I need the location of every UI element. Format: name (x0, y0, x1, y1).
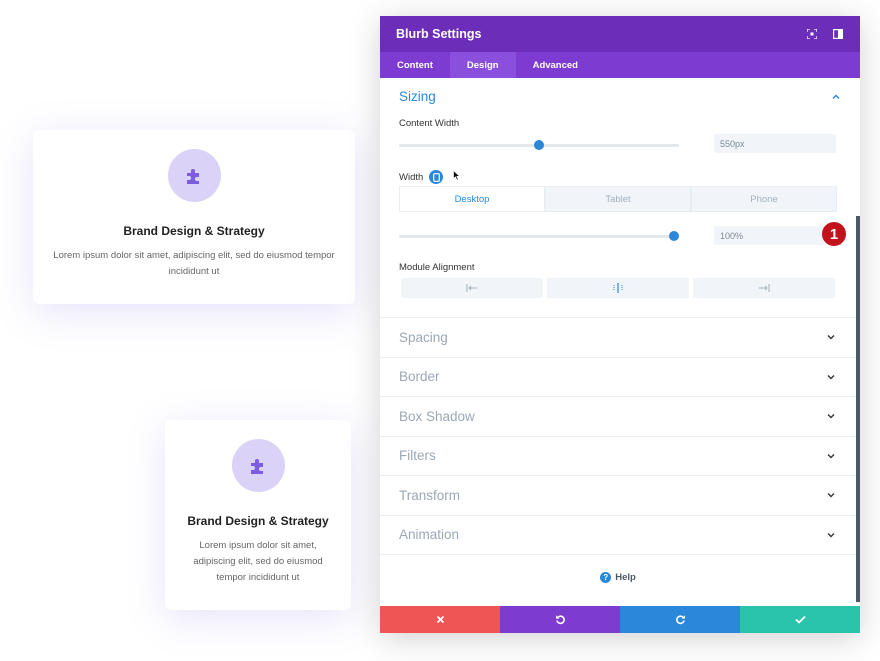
section-title: Spacing (399, 329, 448, 345)
blurb-card-2: Brand Design & Strategy Lorem ipsum dolo… (165, 420, 351, 610)
section-title: Animation (399, 527, 460, 543)
mouse-cursor-icon (453, 170, 461, 181)
align-left-icon (466, 284, 477, 292)
section-title: Filters (399, 448, 436, 464)
undo-icon (555, 615, 565, 625)
device-tab-phone[interactable]: Phone (691, 186, 837, 212)
cancel-button[interactable] (380, 606, 500, 633)
width-input[interactable]: 100% (714, 226, 826, 245)
check-icon (794, 615, 806, 624)
device-tab-desktop[interactable]: Desktop (399, 186, 545, 212)
section-border[interactable]: Border (380, 358, 860, 397)
puzzle-icon (231, 439, 285, 492)
device-tab-tablet[interactable]: Tablet (545, 186, 691, 212)
tab-advanced[interactable]: Advanced (516, 52, 595, 78)
chevron-down-icon (827, 532, 835, 538)
width-slider-track[interactable] (399, 235, 675, 238)
fullscreen-icon[interactable] (806, 28, 818, 40)
redo-icon (675, 615, 685, 625)
undo-button[interactable] (500, 606, 620, 633)
chevron-up-icon (832, 94, 840, 99)
redo-button[interactable] (620, 606, 740, 633)
width-label-row: Width (399, 170, 444, 184)
puzzle-icon (167, 149, 221, 202)
device-tabs: Desktop Tablet Phone (399, 186, 837, 212)
sizing-title: Sizing (399, 89, 436, 104)
help-icon: ? (600, 572, 612, 583)
sizing-section: Sizing Content Width 550px Width Desktop… (380, 78, 860, 318)
card-title: Brand Design & Strategy (123, 224, 265, 238)
modal-footer (380, 606, 860, 633)
modal-tabs: Content Design Advanced (380, 52, 860, 78)
module-alignment-label: Module Alignment (399, 262, 475, 273)
blurb-card-1: Brand Design & Strategy Lorem ipsum dolo… (33, 130, 355, 304)
save-button[interactable] (740, 606, 860, 633)
section-filters[interactable]: Filters (380, 437, 860, 476)
chevron-down-icon (827, 493, 835, 498)
content-width-label: Content Width (399, 118, 460, 129)
section-spacing[interactable]: Spacing (380, 318, 860, 358)
chevron-down-icon (827, 374, 835, 380)
card-description: Lorem ipsum dolor sit amet, adipiscing e… (53, 250, 335, 277)
align-center-icon (613, 283, 623, 293)
modal-title: Blurb Settings (396, 27, 482, 41)
card-title: Brand Design & Strategy (187, 514, 329, 528)
help-label: Help (615, 572, 636, 583)
width-slider-handle[interactable] (669, 231, 679, 241)
section-title: Border (399, 369, 440, 385)
align-center-button[interactable] (547, 278, 689, 298)
module-alignment-options (401, 278, 835, 298)
section-transform[interactable]: Transform (380, 476, 860, 516)
chevron-down-icon (827, 414, 835, 419)
chevron-down-icon (827, 335, 835, 340)
section-animation[interactable]: Animation (380, 516, 860, 555)
modal-header: Blurb Settings (380, 16, 860, 52)
callout-badge: 1 (822, 222, 846, 246)
card-description: Lorem ipsum dolor sit amet, adipiscing e… (193, 540, 323, 583)
chevron-down-icon (827, 453, 835, 459)
content-width-slider-handle[interactable] (534, 140, 544, 150)
sidebar-toggle-icon[interactable] (832, 28, 844, 40)
scrollbar[interactable] (856, 216, 860, 602)
align-right-icon (759, 284, 770, 292)
responsive-toggle-icon[interactable] (429, 170, 444, 184)
section-box-shadow[interactable]: Box Shadow (380, 397, 860, 437)
tab-content[interactable]: Content (380, 52, 450, 78)
align-right-button[interactable] (693, 278, 835, 298)
align-left-button[interactable] (401, 278, 543, 298)
width-label: Width (399, 171, 424, 183)
close-icon (436, 615, 444, 624)
blurb-settings-modal: Blurb Settings Content Design Advanced S… (380, 16, 860, 633)
section-title: Transform (399, 487, 461, 503)
section-title: Box Shadow (399, 408, 475, 424)
tab-design[interactable]: Design (449, 52, 516, 78)
content-width-input[interactable]: 550px (714, 134, 836, 153)
sizing-header[interactable]: Sizing (399, 78, 841, 104)
help-link[interactable]: ? Help (380, 572, 856, 583)
